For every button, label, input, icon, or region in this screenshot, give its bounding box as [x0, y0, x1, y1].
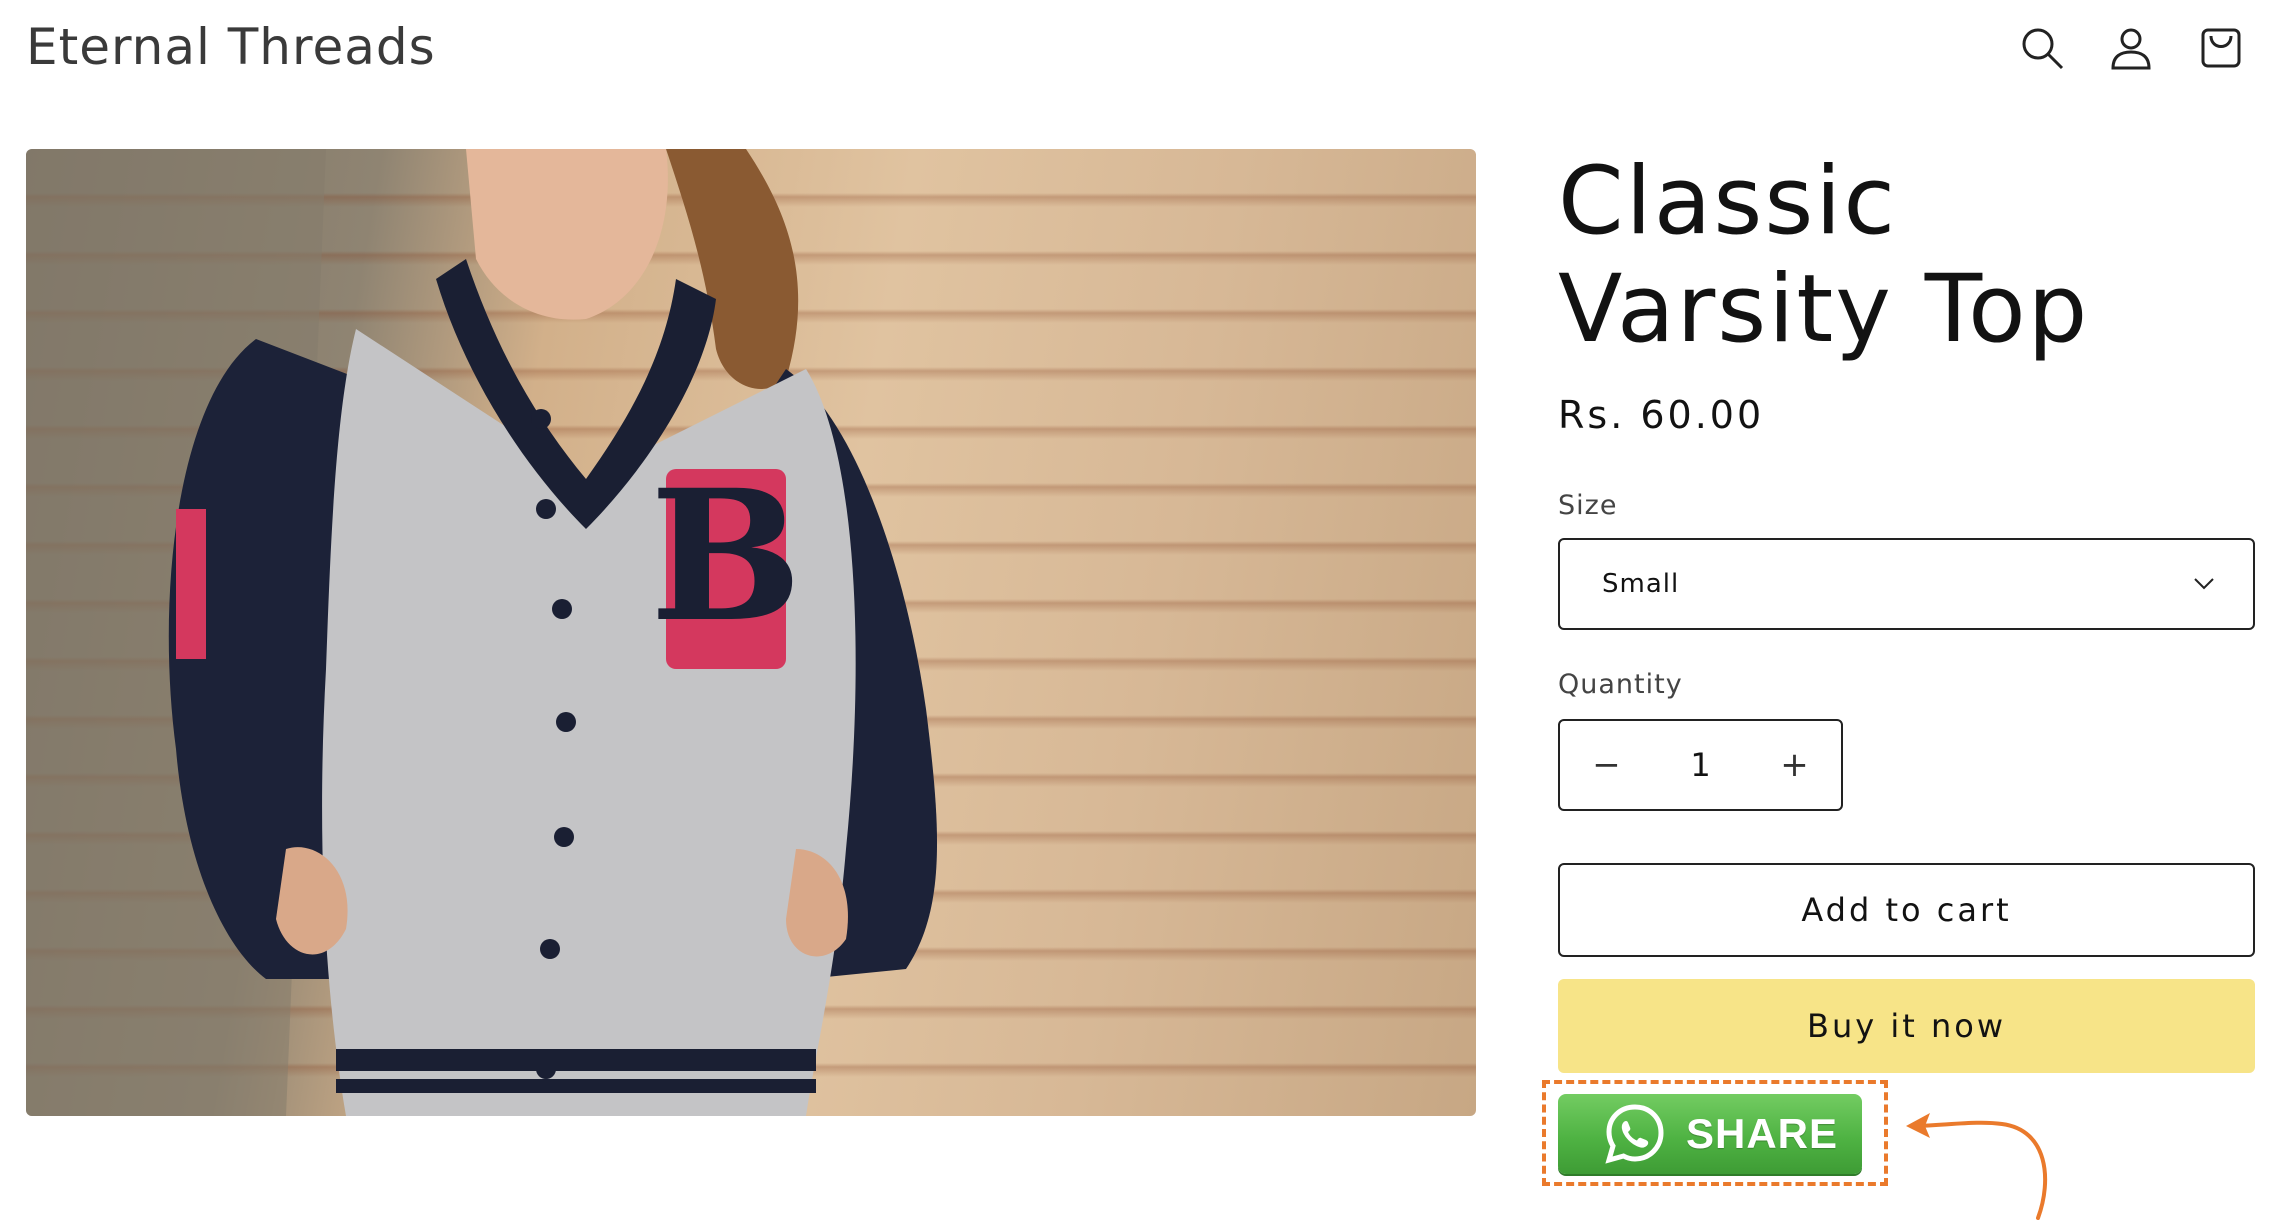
search-icon[interactable]	[2014, 20, 2070, 76]
quantity-label: Quantity	[1558, 669, 1683, 700]
cart-icon[interactable]	[2193, 20, 2249, 76]
add-to-cart-button[interactable]: Add to cart	[1558, 863, 2255, 957]
svg-text:B: B	[650, 451, 802, 662]
quantity-decrease-button[interactable]: −	[1560, 721, 1653, 809]
account-icon[interactable]	[2103, 20, 2159, 76]
whatsapp-share-button[interactable]: SHARE	[1558, 1094, 1862, 1174]
callout-arrow-icon	[1906, 1113, 2048, 1220]
buy-now-button[interactable]: Buy it now	[1558, 979, 2255, 1073]
size-label: Size	[1558, 490, 1618, 521]
whatsapp-icon	[1605, 1104, 1664, 1164]
quantity-stepper: − +	[1558, 719, 1843, 811]
share-label: SHARE	[1686, 1110, 1839, 1157]
store-title[interactable]: Eternal Threads	[26, 18, 436, 76]
quantity-increase-button[interactable]: +	[1748, 721, 1841, 809]
quantity-input[interactable]	[1653, 721, 1748, 809]
size-selected-value: Small	[1602, 569, 1680, 599]
product-title: Classic Varsity Top	[1558, 147, 2090, 364]
product-price: Rs. 60.00	[1558, 393, 1765, 437]
chevron-down-icon	[2194, 578, 2214, 590]
size-select[interactable]: Small	[1558, 538, 2255, 630]
product-image[interactable]: B	[26, 149, 1476, 1116]
